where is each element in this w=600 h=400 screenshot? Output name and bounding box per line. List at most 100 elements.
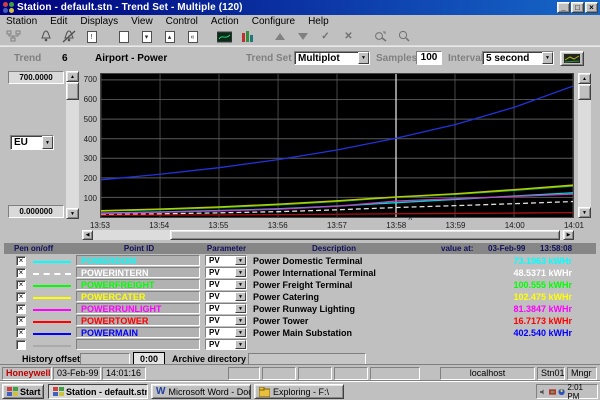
minimize-button[interactable]: _	[557, 2, 570, 13]
point-id-field[interactable]: POWERMAIN	[76, 327, 200, 338]
pen-color-sample	[33, 321, 71, 323]
acknowledge-icon[interactable]	[371, 29, 390, 45]
parameter-select[interactable]: PV▼	[205, 303, 247, 314]
chevron-down-icon[interactable]: ▼	[542, 52, 553, 64]
scroll-left-icon[interactable]: ◀	[82, 230, 93, 240]
associated-display-icon[interactable]	[215, 29, 234, 45]
pen-checkbox[interactable]: ×	[16, 292, 26, 302]
interval-label: Interval	[448, 53, 484, 64]
samples-input[interactable]: 100	[416, 51, 442, 65]
interval-select[interactable]: 5 second ▼	[482, 51, 554, 65]
page-up-icon[interactable]: ▴	[160, 29, 179, 45]
pen-checkbox[interactable]: ×	[16, 268, 26, 278]
trend-config-button[interactable]	[560, 51, 584, 66]
station-app-icon	[53, 387, 63, 396]
menu-action[interactable]: Action	[211, 16, 239, 27]
pen-checkbox[interactable]	[16, 340, 26, 350]
point-id-field[interactable]	[76, 339, 200, 350]
pen-checkbox[interactable]: ×	[16, 256, 26, 266]
point-id-field[interactable]: POWERFREIGHT	[76, 279, 200, 290]
parameter-select[interactable]: PV▼	[205, 255, 247, 266]
trend-plot[interactable]	[100, 73, 574, 218]
toolbar: ! ▾ ▴ « ✓ ✕	[0, 28, 600, 46]
chevron-down-icon[interactable]: ▼	[235, 340, 246, 349]
range-max-field[interactable]: 700.0000	[8, 71, 64, 84]
trend-title: Airport - Power	[95, 53, 167, 64]
scroll-down-icon[interactable]: ▼	[578, 207, 591, 218]
chevron-down-icon[interactable]: ▼	[235, 316, 246, 325]
cursor-marker[interactable]: ^	[393, 216, 427, 225]
start-button[interactable]: Start	[2, 384, 44, 399]
task-explorer[interactable]: Exploring - F:\	[254, 384, 344, 399]
point-id-field[interactable]: POWERCATER	[76, 291, 200, 302]
page-icon[interactable]	[114, 29, 133, 45]
close-button[interactable]: ×	[585, 2, 598, 13]
point-value: 100.555 kWHr	[430, 280, 572, 290]
parameter-select[interactable]: PV▼	[205, 267, 247, 278]
pen-checkbox[interactable]: ×	[16, 316, 26, 326]
connect-icon[interactable]	[4, 29, 23, 45]
scroll-right-icon[interactable]: ▶	[563, 230, 574, 240]
chevron-down-icon[interactable]: ▼	[235, 280, 246, 289]
point-id-field[interactable]: POWERRUNLIGHT	[76, 303, 200, 314]
volume-icon[interactable]	[540, 388, 547, 396]
parameter-select[interactable]: PV▼	[205, 315, 247, 326]
range-min-field[interactable]: 0.000000	[8, 205, 64, 218]
page-down-icon[interactable]: ▾	[137, 29, 156, 45]
chevron-down-icon[interactable]: ▼	[235, 292, 246, 301]
chevron-down-icon[interactable]: ▼	[235, 328, 246, 337]
eu-select[interactable]: EU ▼	[10, 135, 54, 150]
table-row: PV▼	[0, 339, 600, 351]
scroll-up-icon[interactable]: ▲	[578, 73, 591, 84]
parameter-select[interactable]: PV▼	[205, 291, 247, 302]
chevron-down-icon[interactable]: ▼	[358, 52, 369, 64]
word-icon: W	[156, 386, 165, 397]
point-value: 402.540 kWHr	[430, 328, 572, 338]
pen-color-sample	[33, 285, 71, 287]
clear-icon[interactable]: ✕	[339, 29, 358, 45]
trend-bars-icon[interactable]	[238, 29, 257, 45]
parameter-select[interactable]: PV▼	[205, 339, 247, 350]
pen-checkbox[interactable]: ×	[16, 304, 26, 314]
tray-app-icon[interactable]	[558, 388, 565, 396]
menu-view[interactable]: View	[131, 16, 153, 27]
y-tick-label: 300	[75, 154, 97, 163]
menu-edit[interactable]: Edit	[50, 16, 67, 27]
chevron-down-icon[interactable]: ▼	[235, 304, 246, 313]
point-id-field[interactable]: POWERTOWER	[76, 315, 200, 326]
parameter-select[interactable]: PV▼	[205, 279, 247, 290]
raise-icon[interactable]	[270, 29, 289, 45]
parameter-select[interactable]: PV▼	[205, 327, 247, 338]
archive-directory-label: Archive directory	[172, 354, 246, 364]
x-tick-label: 13:53	[83, 221, 117, 230]
pen-checkbox[interactable]: ×	[16, 280, 26, 290]
task-word[interactable]: W Microsoft Word - Document	[151, 384, 251, 399]
chevron-down-icon[interactable]: ▼	[235, 268, 246, 277]
zoom-icon[interactable]	[394, 29, 413, 45]
task-station[interactable]: Station - default.stn -...	[48, 384, 148, 399]
page-back-icon[interactable]: «	[183, 29, 202, 45]
tray-app-icon[interactable]	[549, 388, 556, 396]
message-icon[interactable]: !	[82, 29, 101, 45]
mini-trend-icon	[564, 54, 580, 63]
alarm-bell-icon[interactable]	[36, 29, 55, 45]
accept-icon[interactable]: ✓	[316, 29, 335, 45]
restore-button[interactable]: □	[571, 2, 584, 13]
title-bar: Station - default.stn - Trend Set - Mult…	[0, 0, 600, 15]
header-value-time: 13:58:08	[540, 244, 572, 253]
chevron-down-icon[interactable]: ▼	[42, 136, 53, 149]
point-id-field[interactable]: POWERINTERN	[76, 267, 200, 278]
menu-displays[interactable]: Displays	[80, 16, 118, 27]
alarm-silence-icon[interactable]	[59, 29, 78, 45]
menu-configure[interactable]: Configure	[252, 16, 295, 27]
menu-station[interactable]: Station	[6, 16, 37, 27]
pen-checkbox[interactable]: ×	[16, 328, 26, 338]
right-scrollbar-thumb[interactable]	[578, 84, 591, 100]
menu-control[interactable]: Control	[166, 16, 198, 27]
point-id-field[interactable]: POWERDOM	[76, 255, 200, 266]
lower-icon[interactable]	[293, 29, 312, 45]
chevron-down-icon[interactable]: ▼	[235, 256, 246, 265]
trend-set-select[interactable]: Multiplot ▼	[294, 51, 370, 65]
time-scrollbar-thumb[interactable]	[170, 230, 560, 240]
menu-help[interactable]: Help	[308, 16, 329, 27]
